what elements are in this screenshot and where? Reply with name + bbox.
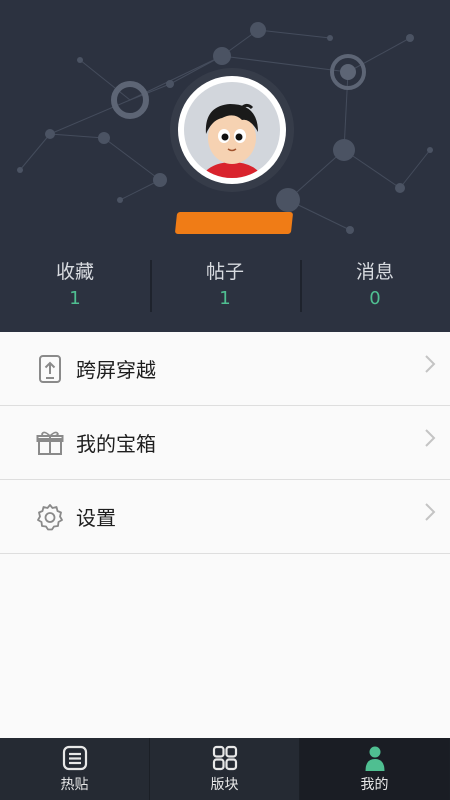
avatar-cartoon-image bbox=[184, 82, 280, 178]
profile-header: 收藏 1 帖子 1 消息 0 bbox=[0, 0, 450, 332]
tab-label: 版块 bbox=[210, 777, 239, 793]
tab-mine[interactable]: 我的 bbox=[300, 738, 450, 800]
stat-value: 0 bbox=[369, 288, 381, 309]
menu-item-label: 设置 bbox=[76, 506, 116, 530]
chevron-right-icon bbox=[425, 503, 436, 521]
bottom-tab-bar: 热贴 版块 我的 bbox=[0, 738, 450, 800]
stat-messages[interactable]: 消息 0 bbox=[300, 258, 450, 318]
tab-label: 我的 bbox=[360, 777, 389, 793]
menu-item-label: 跨屏穿越 bbox=[76, 358, 156, 382]
stat-value: 1 bbox=[219, 288, 231, 309]
menu-item-label: 我的宝箱 bbox=[76, 432, 156, 456]
menu-item-treasure-box[interactable]: 我的宝箱 bbox=[0, 406, 450, 480]
stats-row: 收藏 1 帖子 1 消息 0 bbox=[0, 258, 450, 318]
menu-item-settings[interactable]: 设置 bbox=[0, 480, 450, 554]
empty-content-area bbox=[0, 554, 450, 739]
stat-label: 帖子 bbox=[205, 261, 244, 283]
grid-icon bbox=[212, 745, 237, 771]
gift-box-icon bbox=[34, 427, 66, 459]
stat-label: 消息 bbox=[355, 261, 394, 283]
tab-label: 热贴 bbox=[60, 777, 89, 793]
stat-favorites[interactable]: 收藏 1 bbox=[0, 258, 150, 318]
avatar[interactable] bbox=[178, 76, 286, 184]
menu-list: 跨屏穿越 我的宝箱 设置 bbox=[0, 332, 450, 554]
username-redacted-mark bbox=[174, 212, 294, 234]
tab-sections[interactable]: 版块 bbox=[150, 738, 300, 800]
cross-screen-icon bbox=[34, 353, 66, 385]
menu-item-cross-screen[interactable]: 跨屏穿越 bbox=[0, 332, 450, 406]
stat-value: 1 bbox=[69, 288, 81, 309]
settings-gear-icon bbox=[34, 501, 66, 533]
chevron-right-icon bbox=[425, 355, 436, 373]
person-icon bbox=[365, 746, 384, 771]
chevron-right-icon bbox=[425, 429, 436, 447]
tab-hot-posts[interactable]: 热贴 bbox=[0, 738, 150, 800]
stat-label: 收藏 bbox=[55, 261, 94, 283]
stat-posts[interactable]: 帖子 1 bbox=[150, 258, 300, 318]
list-icon bbox=[62, 745, 87, 771]
